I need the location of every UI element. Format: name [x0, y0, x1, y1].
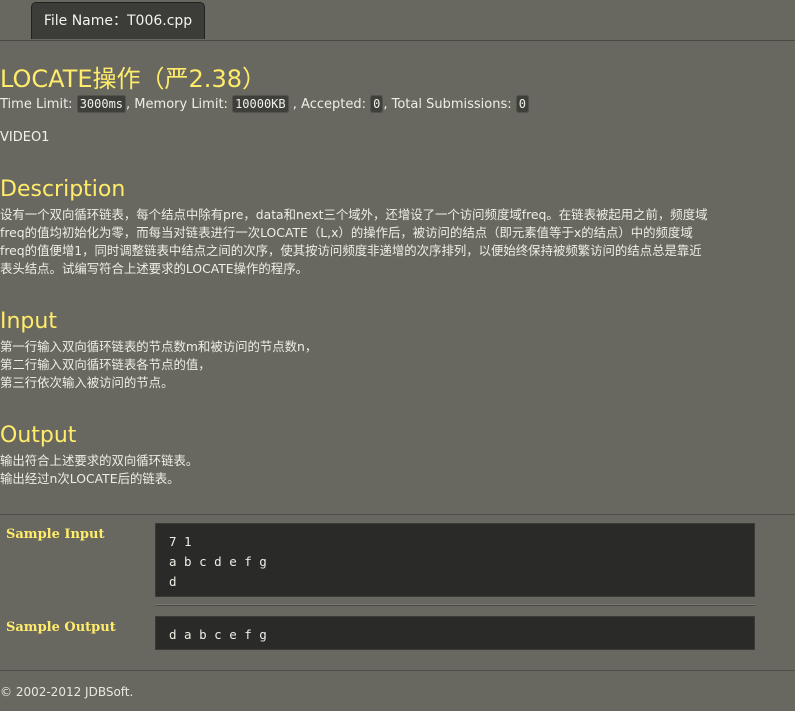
- problem-limits: Time Limit: 3000ms, Memory Limit: 10000K…: [0, 95, 529, 114]
- sample-input-box[interactable]: 7 1 a b c d e f g d: [155, 523, 755, 597]
- sample-divider: [155, 604, 755, 606]
- problem-source: VIDEO1: [0, 130, 50, 145]
- sample-input-line: d: [169, 574, 177, 589]
- submissions-label: , Total Submissions:: [383, 97, 516, 112]
- input-line: 第一行输入双向循环链表的节点数m和被访问的节点数n，: [0, 339, 318, 354]
- time-limit-label: Time Limit:: [0, 97, 77, 112]
- accepted-value: 0: [370, 95, 384, 113]
- description-text: 设有一个双向循环链表，每个结点中除有pre，data和next三个域外，还增设了…: [0, 206, 795, 278]
- footer-copyright: © 2002-2012 JDBSoft.: [0, 685, 134, 699]
- input-heading: Input: [0, 309, 57, 334]
- input-line: 第二行输入双向循环链表各节点的值，: [0, 357, 211, 372]
- sample-input-line: a b c d e f g: [169, 554, 267, 569]
- problem-title: LOCATE操作（严2.38）: [0, 65, 266, 93]
- sample-input-line: 7 1: [169, 534, 192, 549]
- sample-output-label: Sample Output: [6, 620, 116, 635]
- output-line: 输出经过n次LOCATE后的链表。: [0, 471, 180, 486]
- input-line: 第三行依次输入被访问的节点。: [0, 375, 174, 390]
- footer-divider: [0, 670, 795, 671]
- memory-limit-value: 10000KB: [232, 95, 289, 113]
- time-limit-value: 3000ms: [76, 95, 127, 113]
- sample-output-box[interactable]: d a b c e f g: [155, 616, 755, 650]
- description-line: 表头结点。试编写符合上述要求的LOCATE操作的程序。: [0, 261, 308, 276]
- sample-input-label: Sample Input: [6, 527, 105, 542]
- description-line: freq的值便增1，同时调整链表中结点之间的次序，使其按访问频度非递增的次序排列…: [0, 243, 702, 258]
- sample-output-line: d a b c e f g: [169, 627, 267, 642]
- output-heading: Output: [0, 423, 77, 448]
- tab-bar: File Name：T006.cpp: [0, 0, 795, 41]
- output-text: 输出符合上述要求的双向循环链表。 输出经过n次LOCATE后的链表。: [0, 452, 795, 488]
- samples-top-divider: [0, 514, 795, 515]
- input-text: 第一行输入双向循环链表的节点数m和被访问的节点数n， 第二行输入双向循环链表各节…: [0, 338, 795, 392]
- memory-limit-label: , Memory Limit:: [126, 97, 233, 112]
- output-line: 输出符合上述要求的双向循环链表。: [0, 453, 199, 468]
- submissions-value: 0: [515, 95, 529, 113]
- description-line: 设有一个双向循环链表，每个结点中除有pre，data和next三个域外，还增设了…: [0, 207, 708, 222]
- accepted-label: , Accepted:: [288, 97, 371, 112]
- description-line: freq的值均初始化为零，而每当对链表进行一次LOCATE（L,x）的操作后，被…: [0, 225, 693, 240]
- description-heading: Description: [0, 177, 126, 202]
- file-tab[interactable]: File Name：T006.cpp: [31, 2, 205, 39]
